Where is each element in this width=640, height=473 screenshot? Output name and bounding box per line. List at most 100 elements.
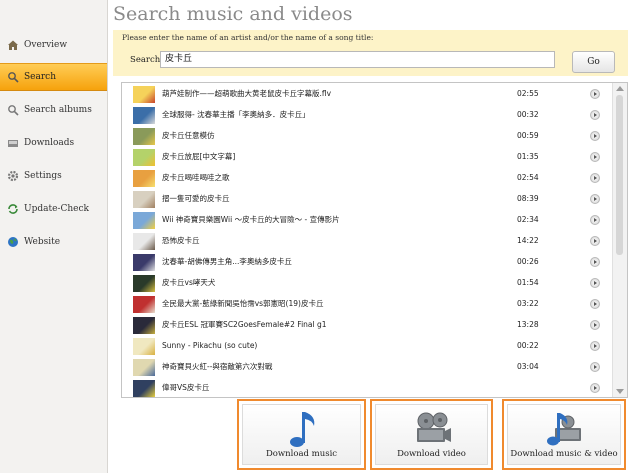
play-icon[interactable]	[590, 383, 600, 393]
search-label: Search:	[130, 55, 164, 65]
sidebar-item-label: Downloads	[24, 138, 75, 148]
sidebar-item-search-albums[interactable]: Search albums	[0, 97, 107, 123]
results-list: 葫芦娃制作——超萌歌曲大黄老鼠皮卡丘字幕版.flv 02:55 全球服得- 沈春華主…	[121, 82, 628, 398]
video-thumbnail	[133, 254, 155, 271]
result-duration: 03:04	[517, 362, 539, 371]
sidebar-item-label: Overview	[24, 40, 68, 50]
video-thumbnail	[133, 128, 155, 145]
result-title: 摺一隻可愛的皮卡丘	[162, 194, 230, 203]
result-duration: 00:59	[517, 131, 539, 140]
gear-icon	[6, 170, 19, 183]
result-title: 皮卡丘ESL 冠軍賽SC2GoesFemale#2 Final g1	[162, 320, 327, 329]
video-thumbnail	[133, 359, 155, 376]
result-row[interactable]: Wii 神奇寶貝樂園Wii ～皮卡丘的大冒險～ - 宣傳影片 02:34	[122, 210, 612, 231]
result-duration: 01:54	[517, 278, 539, 287]
scroll-down-icon[interactable]	[616, 389, 624, 394]
sidebar-item-downloads[interactable]: Downloads	[0, 130, 107, 156]
download-music-label: Download music	[265, 449, 338, 459]
result-row[interactable]: 神奇寶貝火紅--與宿敵第六次對戰 03:04	[122, 357, 612, 378]
video-thumbnail	[133, 191, 155, 208]
sidebar-item-label: Update-Check	[24, 204, 89, 214]
results-scrollbar[interactable]	[612, 83, 627, 397]
result-duration: 00:26	[517, 257, 539, 266]
result-row[interactable]: 全民最大黨-藍綠新聞吳怡霈vs郭憲昭(19)皮卡丘 03:22	[122, 294, 612, 315]
search-icon	[6, 71, 19, 84]
result-duration: 02:34	[517, 215, 539, 224]
search-albums-icon	[6, 104, 19, 117]
refresh-icon	[6, 203, 19, 216]
result-row[interactable]: 皮卡丘放屁[中文字幕] 01:35	[122, 147, 612, 168]
result-title: 沈春華-胡佛傳男主角...李奧納多皮卡丘	[162, 257, 292, 266]
sidebar-item-label: Settings	[24, 171, 62, 181]
play-icon[interactable]	[590, 341, 600, 351]
scroll-up-icon[interactable]	[616, 86, 624, 91]
globe-icon	[6, 236, 19, 249]
scroll-thumb[interactable]	[616, 95, 623, 255]
play-icon[interactable]	[590, 236, 600, 246]
play-icon[interactable]	[590, 131, 600, 141]
video-thumbnail	[133, 233, 155, 250]
result-title: 皮卡丘任意模仿	[162, 131, 215, 140]
play-icon[interactable]	[590, 173, 600, 183]
result-row[interactable]: 全球服得- 沈春華主播「李奧納多．皮卡丘」 00:32	[122, 105, 612, 126]
result-title: 葫芦娃制作——超萌歌曲大黄老鼠皮卡丘字幕版.flv	[162, 89, 332, 98]
video-thumbnail	[133, 275, 155, 292]
video-thumbnail	[133, 338, 155, 355]
video-thumbnail	[133, 212, 155, 229]
result-title: 偉哥VS皮卡丘	[162, 383, 210, 392]
video-thumbnail	[133, 317, 155, 334]
result-duration: 13:28	[517, 320, 539, 329]
play-icon[interactable]	[590, 215, 600, 225]
play-icon[interactable]	[590, 320, 600, 330]
play-icon[interactable]	[590, 257, 600, 267]
film-reel-icon	[411, 408, 453, 454]
result-duration: 01:35	[517, 152, 539, 161]
download-video-button[interactable]: Download video	[370, 399, 493, 470]
sidebar: Overview Search Search albums Downloads …	[0, 0, 108, 473]
result-row[interactable]: Sunny - Pikachu (so cute) 00:22	[122, 336, 612, 357]
sidebar-item-label: Website	[24, 237, 61, 247]
sidebar-item-search[interactable]: Search	[0, 63, 107, 91]
play-icon[interactable]	[590, 299, 600, 309]
result-row[interactable]: 恐怖皮卡丘 14:22	[122, 231, 612, 252]
play-icon[interactable]	[590, 194, 600, 204]
sidebar-item-settings[interactable]: Settings	[0, 163, 107, 189]
video-thumbnail	[133, 380, 155, 397]
play-icon[interactable]	[590, 152, 600, 162]
music-note-icon	[286, 408, 318, 454]
result-row[interactable]: 偉哥VS皮卡丘	[122, 378, 612, 397]
result-title: 神奇寶貝火紅--與宿敵第六次對戰	[162, 362, 273, 371]
video-thumbnail	[133, 107, 155, 124]
play-icon[interactable]	[590, 110, 600, 120]
download-music-video-button[interactable]: Download music & video	[502, 399, 626, 470]
result-row[interactable]: 皮卡丘vs哮天犬 01:54	[122, 273, 612, 294]
search-input[interactable]: 皮卡丘	[160, 51, 555, 68]
play-icon[interactable]	[590, 89, 600, 99]
result-title: 全民最大黨-藍綠新聞吳怡霈vs郭憲昭(19)皮卡丘	[162, 299, 324, 308]
sidebar-item-label: Search	[24, 72, 56, 82]
result-title: 皮卡丘vs哮天犬	[162, 278, 216, 287]
go-button[interactable]: Go	[572, 51, 615, 73]
result-row[interactable]: 葫芦娃制作——超萌歌曲大黄老鼠皮卡丘字幕版.flv 02:55	[122, 84, 612, 105]
result-duration: 03:22	[517, 299, 539, 308]
result-duration: 00:32	[517, 110, 539, 119]
result-row[interactable]: 皮卡丘任意模仿 00:59	[122, 126, 612, 147]
search-instruction: Please enter the name of an artist and/o…	[122, 33, 374, 42]
sidebar-item-website[interactable]: Website	[0, 229, 107, 255]
result-row[interactable]: 沈春華-胡佛傳男主角...李奧納多皮卡丘 00:26	[122, 252, 612, 273]
result-row[interactable]: 摺一隻可愛的皮卡丘 08:39	[122, 189, 612, 210]
downloads-icon	[6, 137, 19, 150]
result-duration: 14:22	[517, 236, 539, 245]
sidebar-item-update-check[interactable]: Update-Check	[0, 196, 107, 222]
video-thumbnail	[133, 296, 155, 313]
play-icon[interactable]	[590, 278, 600, 288]
result-row[interactable]: 皮卡丘喝哇喝哇之歌 02:54	[122, 168, 612, 189]
result-title: Wii 神奇寶貝樂園Wii ～皮卡丘的大冒險～ - 宣傳影片	[162, 215, 340, 224]
play-icon[interactable]	[590, 362, 600, 372]
result-row[interactable]: 皮卡丘ESL 冠軍賽SC2GoesFemale#2 Final g1 13:28	[122, 315, 612, 336]
sidebar-item-overview[interactable]: Overview	[0, 32, 107, 58]
result-duration: 02:55	[517, 89, 539, 98]
download-music-button[interactable]: Download music	[237, 399, 366, 470]
result-title: 皮卡丘放屁[中文字幕]	[162, 152, 236, 161]
result-duration: 02:54	[517, 173, 539, 182]
